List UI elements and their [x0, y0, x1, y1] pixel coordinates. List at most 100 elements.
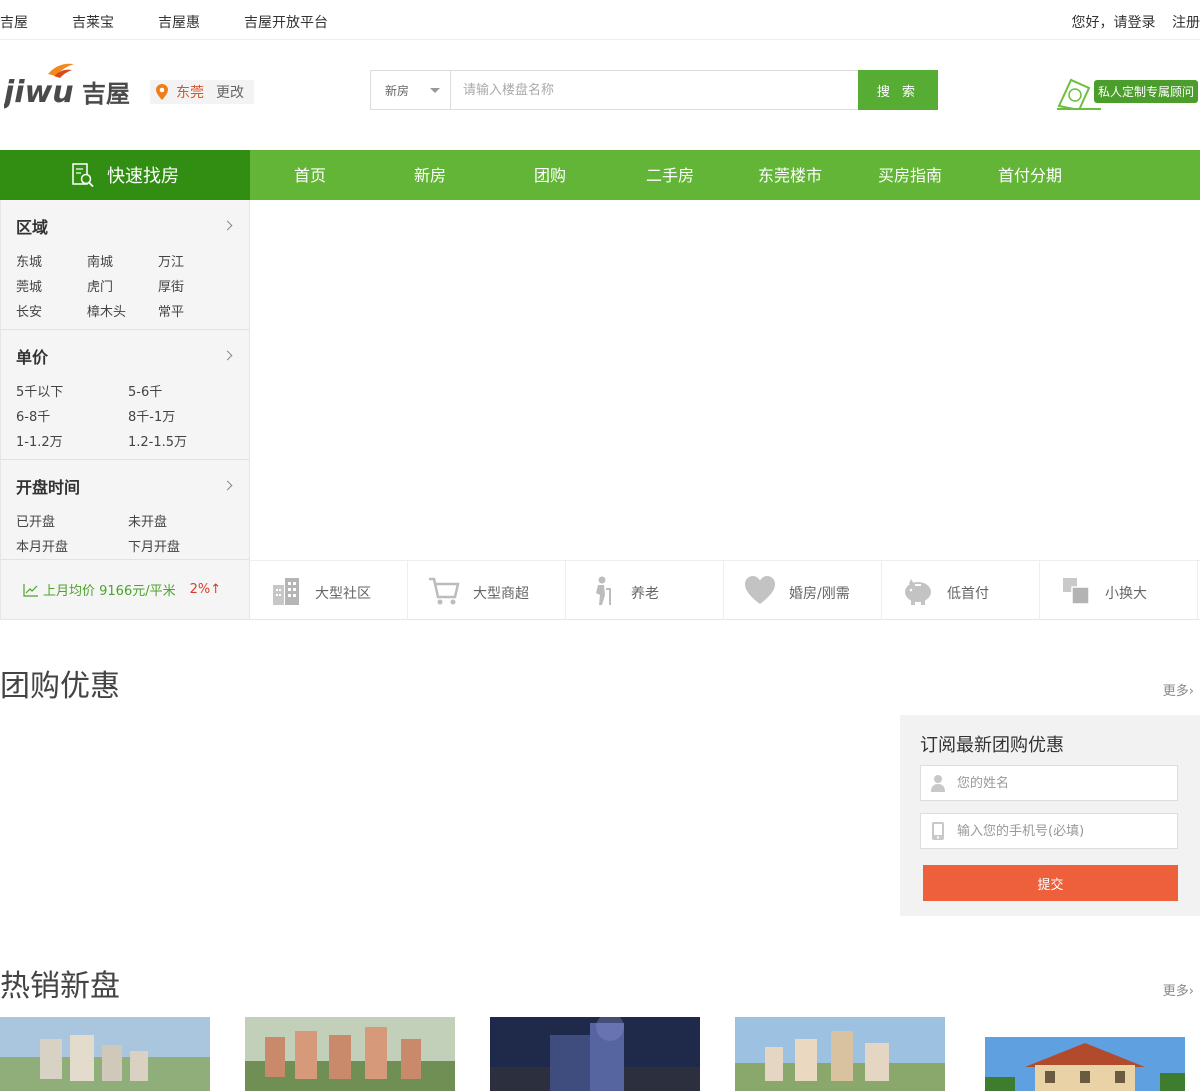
- city-selector[interactable]: 东莞 更改: [150, 80, 254, 104]
- cart-icon: [429, 577, 460, 605]
- register-link[interactable]: 注册: [1172, 15, 1200, 31]
- tag-label: 养老: [631, 586, 659, 602]
- area-option[interactable]: 厚街: [158, 276, 184, 295]
- listing-image[interactable]: [735, 1017, 945, 1091]
- phone-icon: [932, 822, 944, 840]
- tag-large-community[interactable]: 大型社区: [250, 561, 408, 620]
- elderly-icon: [596, 576, 611, 605]
- opening-option[interactable]: 下月开盘: [128, 536, 180, 555]
- subscribe-form: 订阅最新团购优惠 提交: [900, 715, 1200, 916]
- hot-more-link[interactable]: 更多›: [1163, 980, 1194, 999]
- price-option[interactable]: 1-1.2万: [16, 431, 63, 450]
- more-label: 更多: [1162, 684, 1189, 699]
- nav-item-home[interactable]: 首页: [250, 150, 370, 200]
- quick-find-sidebar: 区域 东城 南城 万江 莞城 虎门 厚街 长安 樟木头 常平 单价 5千以下 5…: [0, 200, 250, 620]
- listing-image[interactable]: [245, 1017, 455, 1091]
- search-type-select[interactable]: 新房: [371, 71, 451, 109]
- topbar-link-jilaibao[interactable]: 吉莱宝: [72, 12, 114, 32]
- search-input[interactable]: [451, 71, 858, 109]
- name-input[interactable]: [957, 775, 1177, 791]
- topbar-link-jiwuhui[interactable]: 吉屋惠: [158, 12, 200, 32]
- quick-find-button[interactable]: 快速找房: [0, 150, 250, 200]
- chevron-right-icon: ›: [1188, 684, 1194, 699]
- tag-label: 低首付: [947, 586, 989, 602]
- chevron-right-icon[interactable]: [222, 480, 233, 491]
- opening-option[interactable]: 本月开盘: [16, 536, 68, 555]
- area-option[interactable]: 莞城: [16, 276, 42, 295]
- search-house-icon: [72, 163, 94, 188]
- listing-image[interactable]: [490, 1017, 700, 1091]
- listing-image[interactable]: [0, 1017, 210, 1091]
- price-filter: 单价 5千以下 5-6千 6-8千 8千-1万 1-1.2万 1.2-1.5万: [1, 330, 249, 460]
- tag-large-mall[interactable]: 大型商超: [408, 561, 566, 620]
- trend-up-icon: [23, 583, 38, 597]
- location-pin-icon: [156, 84, 168, 100]
- area-option[interactable]: 虎门: [87, 276, 113, 295]
- area-option[interactable]: 长安: [16, 301, 42, 320]
- avg-price-label: 上月均价 9166元/平米: [43, 584, 176, 599]
- nav-item-new-homes[interactable]: 新房: [370, 150, 490, 200]
- login-link[interactable]: 您好，请登录: [1072, 15, 1156, 31]
- building-icon: [273, 578, 299, 605]
- price-option[interactable]: 5-6千: [128, 381, 162, 400]
- nav-item-market[interactable]: 东莞楼市: [730, 150, 850, 200]
- submit-button[interactable]: 提交: [923, 865, 1178, 901]
- phone-field[interactable]: [920, 813, 1178, 849]
- groupbuy-more-link[interactable]: 更多›: [1163, 680, 1194, 699]
- consultant-banner[interactable]: 私人定制专属顾问: [1055, 76, 1200, 110]
- tag-low-down-payment[interactable]: 低首付: [882, 561, 1040, 620]
- change-city-link[interactable]: 更改: [216, 82, 244, 102]
- topbar-link-open-platform[interactable]: 吉屋开放平台: [244, 12, 328, 32]
- price-option[interactable]: 6-8千: [16, 406, 50, 425]
- feature-tags: 大型社区 大型商超 养老 婚房/刚需 低首付 小换大: [250, 560, 1200, 620]
- price-title[interactable]: 单价: [16, 344, 48, 368]
- chevron-right-icon[interactable]: [222, 350, 233, 361]
- opening-title[interactable]: 开盘时间: [16, 474, 80, 498]
- svg-text:吉屋: 吉屋: [82, 80, 130, 108]
- chevron-down-icon: [430, 88, 440, 93]
- user-icon: [931, 775, 945, 792]
- tag-label: 大型社区: [315, 586, 371, 602]
- opening-option[interactable]: 未开盘: [128, 511, 167, 530]
- svg-text:jiwu: jiwu: [4, 75, 74, 110]
- more-label: 更多: [1162, 984, 1189, 999]
- price-option[interactable]: 1.2-1.5万: [128, 431, 187, 450]
- area-option[interactable]: 常平: [158, 301, 184, 320]
- nav-item-group-buy[interactable]: 团购: [490, 150, 610, 200]
- price-change: 2%↑: [189, 582, 222, 597]
- area-filter: 区域 东城 南城 万江 莞城 虎门 厚街 长安 樟木头 常平: [1, 200, 249, 330]
- price-option[interactable]: 8千-1万: [128, 406, 175, 425]
- price-option[interactable]: 5千以下: [16, 381, 63, 400]
- opening-filter: 开盘时间 已开盘 未开盘 本月开盘 下月开盘: [1, 460, 249, 560]
- search-button[interactable]: 搜 索: [858, 70, 938, 110]
- site-logo[interactable]: jiwu 吉屋: [0, 60, 139, 110]
- nav-item-buying-guide[interactable]: 买房指南: [850, 150, 970, 200]
- current-city: 东莞: [176, 85, 204, 101]
- listing-image[interactable]: [985, 1037, 1195, 1091]
- chevron-right-icon: ›: [1188, 984, 1194, 999]
- upgrade-icon: [1063, 578, 1090, 605]
- search-bar: 新房 搜 索: [370, 70, 938, 110]
- tag-elderly-care[interactable]: 养老: [566, 561, 724, 620]
- area-option[interactable]: 南城: [87, 251, 113, 270]
- nav-item-installments[interactable]: 首付分期: [970, 150, 1090, 200]
- subscribe-title: 订阅最新团购优惠: [920, 735, 1064, 756]
- tag-upgrade[interactable]: 小换大: [1040, 561, 1198, 620]
- chevron-right-icon[interactable]: [222, 220, 233, 231]
- opening-option[interactable]: 已开盘: [16, 511, 55, 530]
- tag-label: 小换大: [1105, 586, 1147, 602]
- groupbuy-title: 团购优惠: [0, 669, 120, 704]
- area-option[interactable]: 樟木头: [87, 301, 126, 320]
- main-nav: 快速找房 首页 新房 团购 二手房 东莞楼市 买房指南 首付分期: [0, 150, 1200, 200]
- tag-wedding-home[interactable]: 婚房/刚需: [724, 561, 882, 620]
- area-option[interactable]: 东城: [16, 251, 42, 270]
- name-field[interactable]: [920, 765, 1178, 801]
- area-title[interactable]: 区域: [16, 214, 48, 238]
- price-trend[interactable]: 上月均价 9166元/平米 2%↑: [1, 560, 249, 619]
- tag-label: 婚房/刚需: [789, 586, 850, 602]
- tag-label: 大型商超: [473, 586, 529, 602]
- area-option[interactable]: 万江: [158, 251, 184, 270]
- nav-item-resale[interactable]: 二手房: [610, 150, 730, 200]
- phone-input[interactable]: [957, 823, 1177, 839]
- topbar-link-jiwu[interactable]: 吉屋: [0, 12, 28, 32]
